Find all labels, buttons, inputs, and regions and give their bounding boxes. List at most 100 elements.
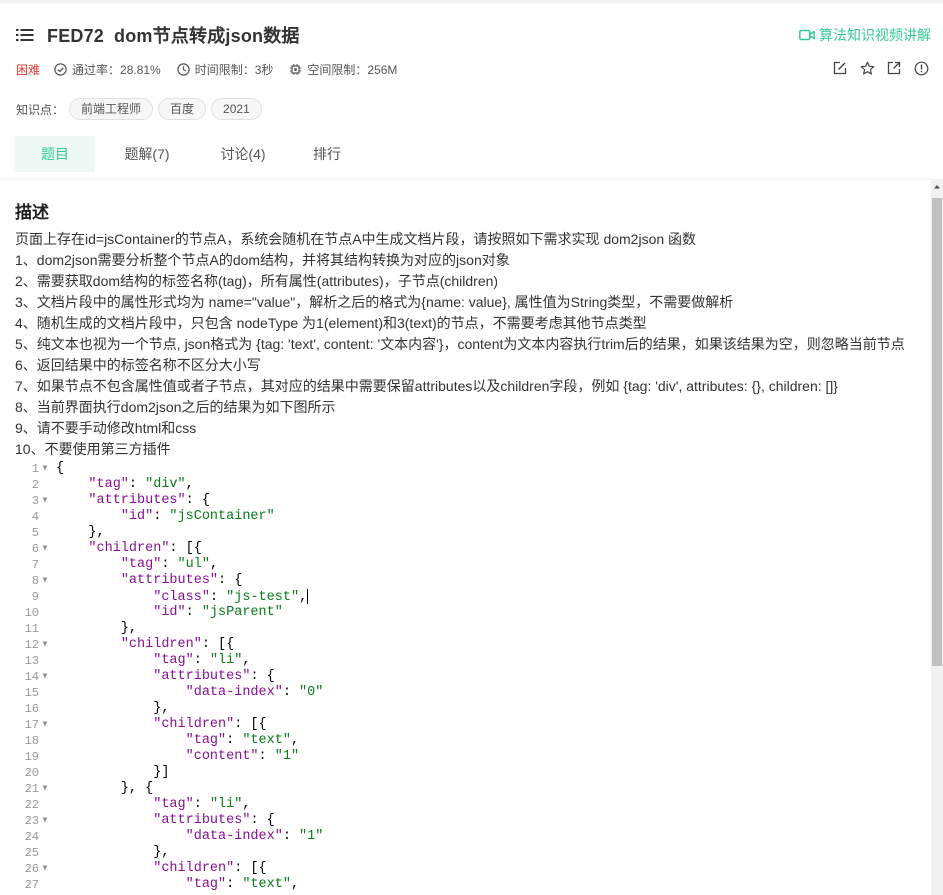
line-number: 23 xyxy=(24,814,39,828)
code-text: }, xyxy=(56,845,169,861)
json-key: "content" xyxy=(185,749,259,764)
code-text: "tag": "ul", xyxy=(56,557,218,573)
json-punct: }, xyxy=(56,525,105,540)
json-key: "tag" xyxy=(185,733,227,748)
json-punct xyxy=(56,813,153,828)
check-circle-icon xyxy=(54,62,67,76)
code-line: 16 }, xyxy=(15,701,931,717)
line-gutter: 2 xyxy=(15,477,51,493)
fold-arrow-icon[interactable]: ▼ xyxy=(39,813,51,829)
json-punct: : { xyxy=(250,669,275,684)
code-line: 23 ▼ "attributes": { xyxy=(15,813,931,829)
json-punct xyxy=(56,749,186,764)
fold-arrow-icon[interactable]: ▼ xyxy=(39,717,51,733)
line-number: 2 xyxy=(31,478,39,492)
json-punct xyxy=(56,590,153,605)
line-gutter: 10 xyxy=(15,605,51,621)
edit-icon[interactable] xyxy=(832,60,848,76)
code-line: 13 "tag": "li", xyxy=(15,653,931,669)
json-punct: , xyxy=(299,590,308,606)
json-key: "data-index" xyxy=(185,829,283,844)
vertical-scrollbar[interactable] xyxy=(931,180,943,895)
chip-icon xyxy=(290,63,302,75)
json-key: "children" xyxy=(120,637,202,652)
tab-ranking[interactable]: 排行 xyxy=(287,136,367,172)
star-icon[interactable] xyxy=(859,60,875,76)
fold-arrow-icon[interactable]: ▼ xyxy=(39,781,51,797)
json-code-editor[interactable]: 1 ▼{2 "tag": "div", 3 ▼ "attributes": {4 "i… xyxy=(15,459,931,895)
json-key: "attributes" xyxy=(153,813,251,828)
share-icon[interactable] xyxy=(886,60,902,76)
code-line: 25 }, xyxy=(15,845,931,861)
json-punct: , xyxy=(242,797,251,812)
line-gutter: 19 xyxy=(15,749,51,765)
problem-actions xyxy=(821,60,929,76)
info-icon[interactable] xyxy=(913,60,929,76)
json-punct: : [{ xyxy=(201,637,235,652)
fold-arrow-icon[interactable]: ▼ xyxy=(39,541,51,557)
line-number: 14 xyxy=(24,670,39,684)
scroll-up-arrow-icon[interactable] xyxy=(931,180,943,194)
pass-rate: 通过率：28.81% xyxy=(54,61,161,78)
json-punct: : xyxy=(282,829,300,844)
description-title: 描述 xyxy=(15,203,49,222)
clock-icon xyxy=(177,62,190,76)
description-line: 6、返回结果中的标签名称不区分大小写 xyxy=(15,357,261,373)
json-punct: }, xyxy=(56,621,138,636)
json-punct xyxy=(56,669,153,684)
fold-arrow-icon[interactable]: ▼ xyxy=(39,861,51,877)
json-punct: }] xyxy=(56,765,170,780)
code-text: "attributes": { xyxy=(56,813,275,829)
description-body: 页面上存在id=jsContainer的节点A，系统会随机在节点A中生成文档片段… xyxy=(15,229,905,460)
json-punct: { xyxy=(56,461,65,476)
tag-chip[interactable]: 2021 xyxy=(211,98,262,120)
json-punct: }, { xyxy=(56,781,154,796)
tab-solutions[interactable]: 题解(7) xyxy=(95,136,199,172)
line-number: 18 xyxy=(24,734,39,748)
problem-code: FED72 xyxy=(47,26,105,46)
code-text: "data-index": "1" xyxy=(56,829,324,845)
fold-arrow-icon[interactable]: ▼ xyxy=(39,493,51,509)
json-key: "tag" xyxy=(153,797,194,812)
code-line: 1 ▼ { xyxy=(15,461,931,477)
scrollbar-thumb[interactable] xyxy=(932,198,942,666)
json-punct: : xyxy=(128,477,146,492)
json-punct: : { xyxy=(250,813,275,828)
line-gutter: 11 xyxy=(15,621,51,637)
fold-arrow-icon[interactable]: ▼ xyxy=(39,573,51,589)
menu-list-icon[interactable] xyxy=(16,28,34,42)
code-line: 19 "content": "1" xyxy=(15,749,931,765)
tab-problem[interactable]: 题目 xyxy=(15,136,95,172)
json-string: "ul" xyxy=(177,557,210,572)
tag-chip[interactable]: 百度 xyxy=(158,98,207,120)
knowledge-label: 知识点： xyxy=(16,102,65,117)
description-line: 7、如果节点不包含属性值或者子节点，其对应的结果中需要保留attributes以… xyxy=(15,378,838,394)
line-number: 9 xyxy=(31,590,39,604)
code-line: 10 "id": "jsParent" xyxy=(15,605,931,621)
video-explanation-link[interactable]: 算法知识视频讲解 xyxy=(799,25,931,45)
line-gutter: 17 ▼ xyxy=(15,717,51,733)
json-string: "text" xyxy=(242,733,291,748)
code-text: "data-index": "0" xyxy=(56,685,324,701)
fold-arrow-icon[interactable]: ▼ xyxy=(39,637,51,653)
code-line: 9 "class": "js-test", xyxy=(15,589,931,605)
tab-discussion[interactable]: 讨论(4) xyxy=(199,136,287,172)
json-punct xyxy=(56,653,153,668)
line-number: 15 xyxy=(24,686,39,700)
json-punct: : xyxy=(153,509,170,524)
json-punct xyxy=(56,493,88,508)
line-gutter: 20 xyxy=(15,765,51,781)
line-number: 26 xyxy=(24,862,39,876)
tag-chip[interactable]: 前端工程师 xyxy=(69,98,154,120)
code-text: }, xyxy=(56,701,169,717)
json-punct: , xyxy=(290,733,300,748)
json-key: "id" xyxy=(153,605,186,620)
json-punct: , xyxy=(185,477,194,492)
line-number: 17 xyxy=(24,718,39,732)
fold-arrow-icon[interactable]: ▼ xyxy=(39,669,51,685)
fold-arrow-icon[interactable]: ▼ xyxy=(39,461,51,477)
json-punct: : [{ xyxy=(234,717,267,732)
problem-content: 描述 页面上存在id=jsContainer的节点A，系统会随机在节点A中生成文… xyxy=(0,180,931,895)
json-punct: : xyxy=(209,590,227,606)
json-key: "children" xyxy=(153,861,235,876)
